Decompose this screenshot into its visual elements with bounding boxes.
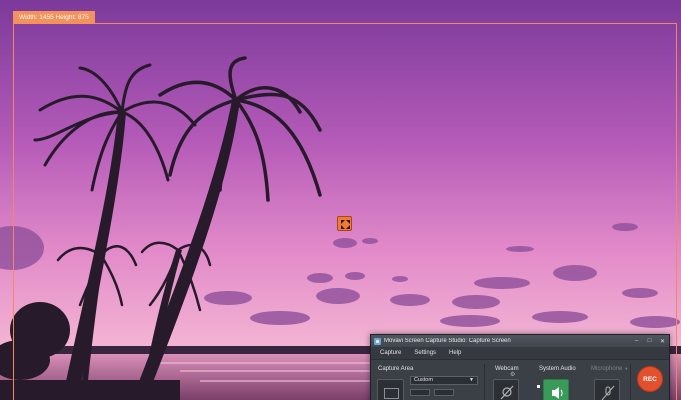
chevron-down-icon[interactable]: ▼ xyxy=(624,366,628,371)
system-audio-toggle[interactable] xyxy=(543,379,569,400)
capture-area-label: Capture Area xyxy=(378,366,414,372)
microphone-toggle[interactable] xyxy=(594,379,620,400)
movavi-app-icon xyxy=(374,337,381,345)
gear-icon[interactable]: ⚙ xyxy=(510,372,516,378)
window-title: Movavi Screen Capture Studio: Capture Sc… xyxy=(384,338,511,344)
system-audio-label: System Audio xyxy=(539,366,576,372)
height-field[interactable] xyxy=(434,389,454,396)
maximize-button[interactable]: □ xyxy=(643,335,656,347)
menu-capture[interactable]: Capture xyxy=(380,350,401,356)
capture-area-select[interactable]: Custom ▼ xyxy=(410,376,478,385)
microphone-label: Microphone ▼ xyxy=(591,366,629,372)
panel-divider xyxy=(630,364,631,400)
minimize-button[interactable]: – xyxy=(630,335,643,347)
webcam-off-icon xyxy=(500,385,514,400)
system-audio-volume-handle[interactable] xyxy=(537,385,540,388)
microphone-off-icon xyxy=(601,385,615,400)
menu-settings[interactable]: Settings xyxy=(414,350,436,356)
move-arrows-icon[interactable] xyxy=(337,216,352,231)
capture-dimensions-label: Width: 1455 Height: 875 xyxy=(13,11,95,24)
menu-help[interactable]: Help xyxy=(449,350,461,356)
capture-app-window[interactable]: Movavi Screen Capture Studio: Capture Sc… xyxy=(370,334,670,400)
close-button[interactable]: ✕ xyxy=(656,335,669,347)
panel-divider xyxy=(484,364,485,400)
menu-bar: Capture Settings Help xyxy=(371,347,669,360)
width-field[interactable] xyxy=(410,389,430,396)
record-button[interactable]: REC xyxy=(637,366,663,392)
controls-panel: Capture Area Custom ▼ Webcam ⚙ System Au… xyxy=(371,360,669,400)
chevron-down-icon: ▼ xyxy=(469,377,474,383)
window-titlebar[interactable]: Movavi Screen Capture Studio: Capture Sc… xyxy=(371,335,669,347)
webcam-toggle[interactable] xyxy=(493,379,519,400)
capture-area-icon[interactable] xyxy=(377,379,404,400)
capture-area-value: Custom xyxy=(414,377,433,383)
speaker-icon xyxy=(552,387,563,399)
size-fields xyxy=(410,389,454,396)
